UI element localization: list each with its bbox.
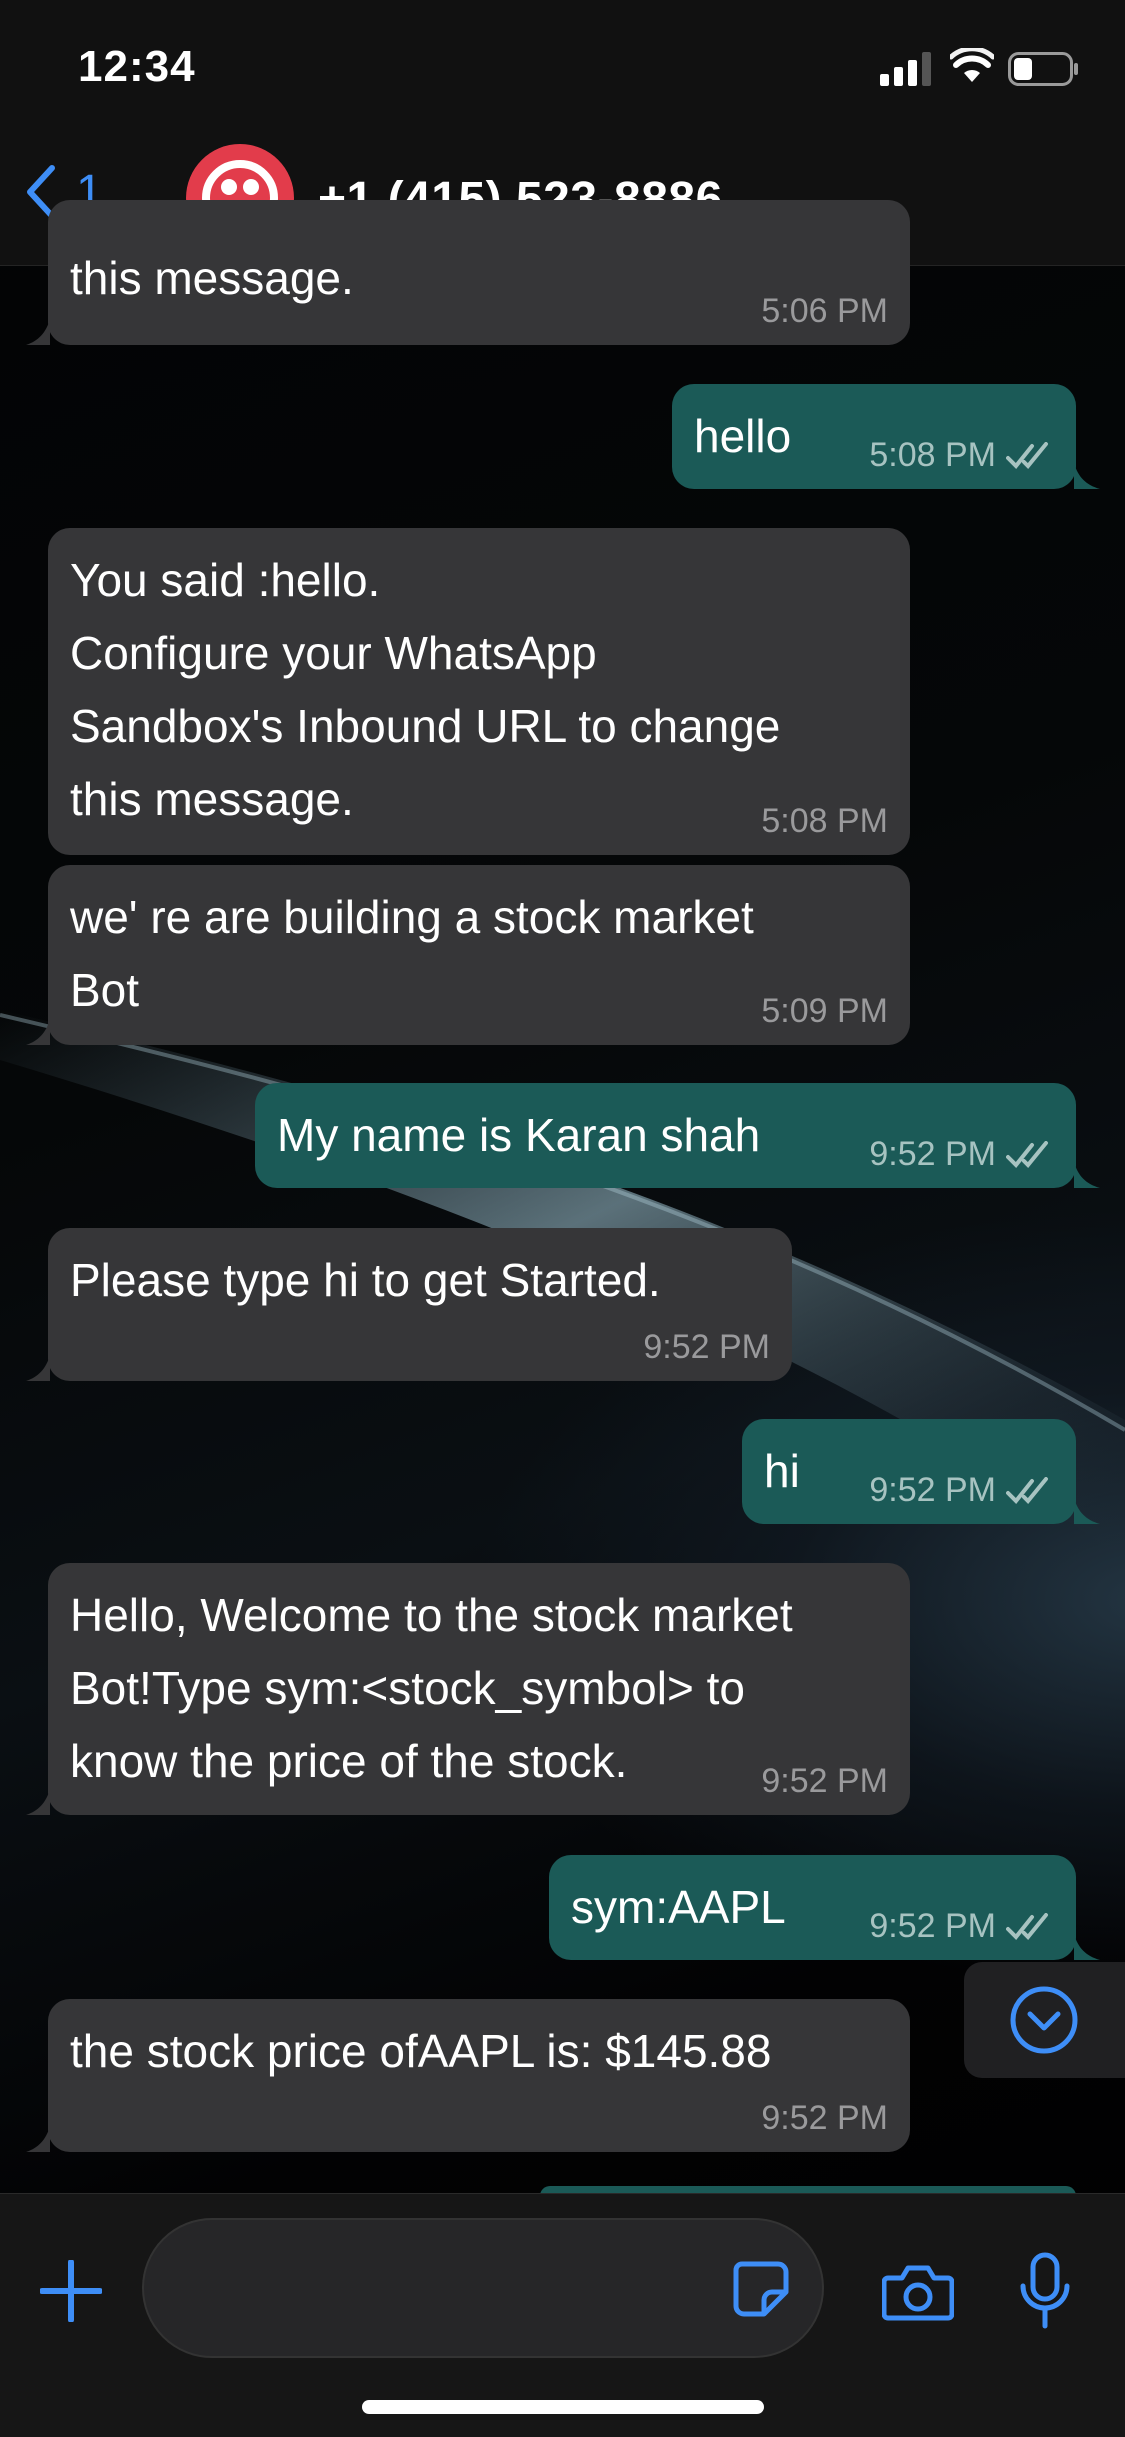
battery-icon [1008, 52, 1078, 86]
message-time: 9:52 PM [869, 1135, 996, 1173]
message-input[interactable] [142, 2218, 824, 2358]
message-bubble-outgoing[interactable]: My name is Karan shah 9:52 PM [255, 1083, 1100, 1188]
status-bar: 12:34 [0, 0, 1125, 140]
bubble-tail [1074, 463, 1100, 489]
message-bubble-outgoing[interactable]: sym:AAPL 9:52 PM [549, 1855, 1100, 1960]
message-time: 9:52 PM [869, 1471, 996, 1509]
bubble-tail [26, 1789, 50, 1815]
signal-icon [880, 52, 931, 86]
bubble-tail [26, 2126, 50, 2152]
camera-icon[interactable] [882, 2262, 954, 2322]
message-bubble-incoming[interactable]: You said :hello. Configure your WhatsApp… [48, 528, 910, 855]
message-text: Please type hi to get Started. [70, 1254, 661, 1306]
bubble-tail [26, 319, 50, 345]
message-bubble-incoming[interactable]: the stock price ofAAPL is: $145.88 9:52 … [26, 1999, 910, 2152]
home-indicator[interactable] [362, 2400, 764, 2414]
message-bubble-incoming[interactable]: Please type hi to get Started. 9:52 PM [26, 1228, 792, 1381]
read-receipt-icon [1006, 441, 1048, 469]
message-text: the stock price ofAAPL is: $145.88 [70, 2025, 772, 2077]
read-receipt-icon [1006, 1476, 1048, 1504]
message-time: 9:52 PM [643, 1328, 770, 1366]
message-time: 5:09 PM [761, 992, 888, 1030]
mic-icon[interactable] [1018, 2252, 1072, 2332]
sticker-icon[interactable] [732, 2260, 790, 2318]
message-time: 5:08 PM [869, 436, 996, 474]
message-bubble-outgoing[interactable]: hello 5:08 PM [672, 384, 1100, 489]
message-time: 9:52 PM [869, 1907, 996, 1945]
plus-icon[interactable] [40, 2260, 102, 2322]
message-bubble-outgoing[interactable]: hi 9:52 PM [742, 1419, 1100, 1524]
message-text: You said :hello. Configure your WhatsApp… [70, 554, 781, 825]
message-bubble-incoming[interactable]: we' re are building a stock market Bot 5… [26, 865, 910, 1045]
bubble-tail [1074, 1498, 1100, 1524]
message-bubble-incoming[interactable]: this message. 5:06 PM [26, 200, 910, 345]
bubble-tail [1074, 1934, 1100, 1960]
read-receipt-icon [1006, 1912, 1048, 1940]
status-time: 12:34 [78, 42, 196, 91]
message-text: this message. [70, 252, 354, 304]
scroll-down-icon [1010, 1986, 1078, 2054]
message-time: 5:06 PM [761, 292, 888, 330]
message-time: 5:08 PM [761, 802, 888, 840]
composer-bar [0, 2193, 1125, 2437]
bubble-tail [26, 1019, 50, 1045]
message-time: 9:52 PM [761, 2099, 888, 2137]
bubble-tail [1074, 1162, 1100, 1188]
bubble-tail [26, 1355, 50, 1381]
message-bubble-incoming[interactable]: Hello, Welcome to the stock market Bot!T… [26, 1563, 910, 1815]
scroll-to-bottom-button[interactable] [964, 1962, 1125, 2078]
message-time: 9:52 PM [761, 1762, 888, 1800]
wifi-icon [950, 48, 994, 82]
read-receipt-icon [1006, 1140, 1048, 1168]
